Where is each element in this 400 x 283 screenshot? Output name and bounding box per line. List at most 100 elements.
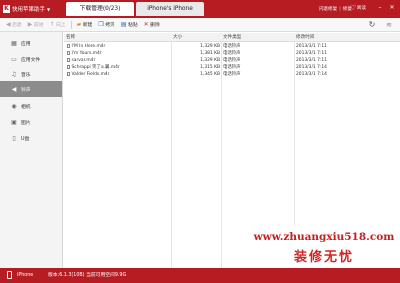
sidebar: ▦ 应用 ▭ 应用文件 ♫ 音乐 ◀ 铃声 ◉ 相机 ▣ 图片 ▯ U盘 [0,32,63,268]
delete-label: 删除 [150,23,160,28]
toolbar-divider [70,20,72,29]
up-label: 向上 [56,23,66,28]
sidebar-item-label: 应用 [21,41,31,47]
app-title: 快用苹果助手 [12,7,46,13]
sidebar-item-label: U盘 [21,136,30,142]
column-header-size[interactable]: 大小 [171,33,182,42]
apps-icon: ▦ [11,39,17,47]
back-button[interactable]: ◀ 后退 [3,20,25,30]
up-arrow-icon: ↑ [49,20,55,28]
folder-icon: ▰ [76,20,82,28]
back-arrow-icon: ◀ [6,20,11,28]
new-folder-button[interactable]: ▰ 新建 [74,20,96,30]
device-name: iPhone [17,273,34,278]
delete-icon: ✕ [143,20,149,28]
delete-button[interactable]: ✕ 删除 [141,20,163,30]
paste-button[interactable]: ▤ 粘贴 [118,20,141,30]
title-bar: K 快用苹果助手 ▼ 下载管理(0/23) ✕ iPhone's iPhone … [0,0,400,18]
sidebar-item-pictures[interactable]: ▣ 图片 [0,114,62,130]
ringtone-icon: ◀ [11,85,17,93]
sidebar-item-label: 音乐 [21,72,31,78]
sidebar-item-music[interactable]: ♫ 音乐 [0,66,62,82]
copy-button[interactable]: ❐ 拷贝 [95,20,118,30]
file-date: 2013/3/1 7:14 [296,72,327,77]
folder-icon: ▭ [11,55,17,63]
table-row[interactable]: I'M In Here.m4r 1,329 KB 电话铃声 2013/3/1 7… [64,43,400,50]
menu-arrow-icon[interactable]: ▼ [47,7,50,12]
file-name: I'm Yours.m4r [71,51,102,56]
copy-icon: ❐ [98,20,104,28]
file-name: Schrappi 笑了a.翼.m4r [71,65,120,70]
file-name-cell: I'm Yours.m4r [67,50,102,57]
file-name-cell: Schrappi 笑了a.翼.m4r [67,64,120,71]
forward-button[interactable]: ▶ 前进 [25,20,47,30]
tab-device[interactable]: iPhone's iPhone [136,2,204,16]
toolbar: ◀ 后退 ▶ 前进 ↑ 向上 ▰ 新建 ❐ 拷贝 ▤ 粘贴 ✕ 删除 ↻ ≋ [0,18,400,32]
forward-label: 前进 [33,23,44,28]
file-size: 1,381 KB [200,51,220,56]
file-name: I'M In Here.m4r [71,44,106,49]
sidebar-item-label: 应用文件 [21,57,41,63]
file-icon [67,43,70,48]
sidebar-item-usb[interactable]: ▯ U盘 [0,130,62,146]
app-logo: K 快用苹果助手 ▼ [3,2,50,16]
table-row[interactable]: Valder Fields.m4r 1,345 KB 电话铃声 2013/3/1… [64,71,400,78]
sidebar-item-ringtones[interactable]: ◀ 铃声 [0,81,62,97]
table-row[interactable]: I'm Yours.m4r 1,381 KB 电话铃声 2013/3/1 7:1… [64,50,400,57]
refresh-icon[interactable]: ↻ [366,19,378,31]
file-type: 电话铃声 [223,72,241,77]
file-name-cell: I'M In Here.m4r [67,43,105,50]
tab-download-manager[interactable]: 下载管理(0/23) [66,2,134,16]
wifi-icon[interactable]: ≋ [383,20,395,30]
device-info: 版本:6.1.3(10B) 当前可用空间9.9G [48,273,127,278]
sidebar-item-camera[interactable]: ◉ 相机 [0,98,62,114]
file-size: 1,329 KB [200,44,220,49]
window-controls: – ✕ [375,3,397,13]
paste-icon: ▤ [120,20,127,28]
file-type: 电话铃声 [223,51,241,56]
file-icon [67,50,70,55]
sidebar-item-app-files[interactable]: ▭ 应用文件 [0,51,62,67]
sidebar-item-apps[interactable]: ▦ 应用 [0,35,62,51]
table-header: 名称 大小 文件类型 修改时间 [64,33,400,42]
read-link[interactable]: 阅读 [357,4,366,14]
file-date: 2013/3/1 7:11 [296,44,327,49]
file-size: 1,329 KB [200,58,220,63]
repair-action[interactable]: 修复 [328,6,337,12]
table-row[interactable]: sarvar.m4r 1,329 KB 电话铃声 2013/3/1 7:11 [64,57,400,64]
sidebar-item-label: 图片 [21,120,31,126]
file-name: sarvar.m4r [71,58,96,63]
column-header-type[interactable]: 文件类型 [221,33,241,42]
column-header-date[interactable]: 修改时间 [294,33,314,42]
paste-label: 粘贴 [128,23,138,28]
file-icon [67,71,70,76]
column-header-name[interactable]: 名称 [64,33,75,42]
watermark-url: www.zhuangxiu518.com [253,231,395,243]
file-type: 电话铃声 [223,58,241,63]
minimize-icon[interactable]: – [375,3,385,13]
usb-icon: ▯ [12,134,16,142]
table-row[interactable]: Schrappi 笑了a.翼.m4r 1,315 KB 电话铃声 2013/3/… [64,64,400,71]
copy-label: 拷贝 [105,23,115,28]
file-name-cell: sarvar.m4r [67,57,95,64]
watermark: www.zhuangxiu518.com 装修无忧 [248,225,400,268]
sidebar-item-label: 相机 [21,104,31,110]
picture-icon: ▣ [11,118,17,126]
file-icon [67,64,70,69]
up-button[interactable]: ↑ 向上 [46,20,68,30]
file-icon [67,57,70,62]
close-window-icon[interactable]: ✕ [387,3,397,13]
file-date: 2013/3/1 7:11 [296,58,327,63]
back-label: 后退 [12,23,22,28]
tab-close-icon[interactable]: ✕ [103,6,109,12]
file-size: 1,315 KB [200,65,220,70]
file-name-cell: Valder Fields.m4r [67,71,109,78]
new-folder-label: 新建 [82,23,93,28]
forward-arrow-icon: ▶ [27,20,33,28]
sidebar-item-label: 铃声 [21,87,31,93]
tab-label: 下载管理(0/23) [79,6,121,12]
flash-action[interactable]: 闪退 [319,6,328,12]
file-name: Valder Fields.m4r [71,72,110,77]
file-type: 电话铃声 [223,65,241,70]
file-size: 1,345 KB [200,72,220,77]
